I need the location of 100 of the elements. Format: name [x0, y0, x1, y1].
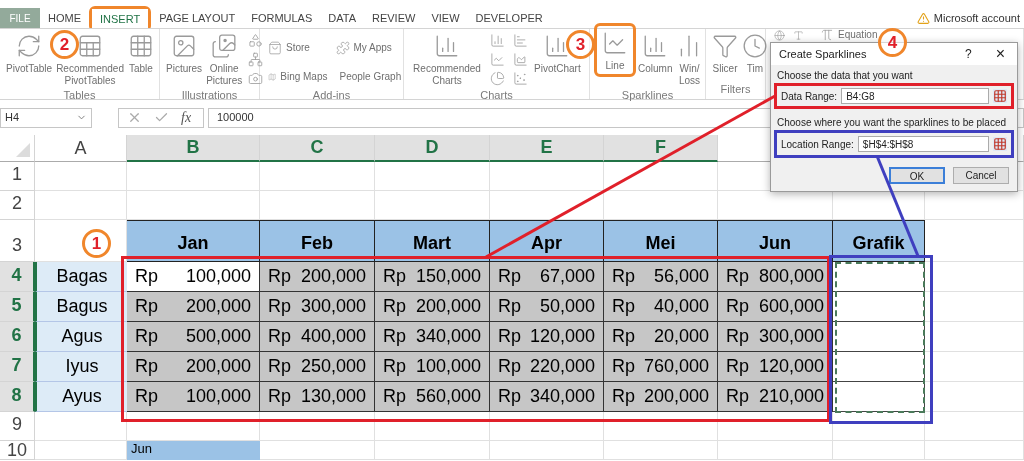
ribbon-button[interactable]: Tim — [740, 29, 770, 75]
table-cell[interactable]: Rp 200,000 — [127, 292, 260, 322]
ribbon-tab[interactable]: HOME — [40, 8, 89, 28]
globe-icon[interactable] — [774, 30, 785, 41]
range-picker-icon[interactable] — [993, 89, 1007, 103]
table-cell[interactable]: Rp 300,000 — [260, 292, 375, 322]
camera-icon[interactable] — [248, 71, 264, 86]
shapes-icon[interactable] — [248, 33, 264, 48]
column-header[interactable]: C — [260, 135, 375, 162]
column-header[interactable]: D — [375, 135, 490, 162]
table-cell[interactable]: Rp 300,000 — [718, 322, 833, 352]
table-cell[interactable]: Rp 200,000 — [604, 382, 718, 412]
ribbon-tab[interactable]: DATA — [320, 8, 364, 28]
ribbon-button[interactable]: Recommended Charts — [408, 29, 486, 87]
table-cell[interactable]: Rp 210,000 — [718, 382, 833, 412]
line-chart-icon[interactable] — [490, 52, 505, 67]
table-cell[interactable]: Rp 250,000 — [260, 352, 375, 382]
row-header[interactable]: 2 — [0, 191, 35, 220]
table-cell[interactable]: Rp 600,000 — [718, 292, 833, 322]
row-header[interactable]: 3 — [0, 220, 35, 262]
table-cell[interactable]: Rp 400,000 — [260, 322, 375, 352]
table-cell[interactable]: Rp 56,000 — [604, 262, 718, 292]
dialog-title: Create Sparklines — [779, 46, 867, 62]
range-picker-icon[interactable] — [993, 137, 1007, 151]
column-header[interactable]: E — [490, 135, 604, 162]
table-cell[interactable]: Rp 340,000 — [375, 322, 490, 352]
row-header[interactable]: 1 — [0, 162, 35, 191]
table-cell: Bagus — [35, 292, 127, 322]
table-cell[interactable]: Rp 200,000 — [375, 292, 490, 322]
row-header[interactable]: 9 — [0, 412, 35, 441]
area-chart-icon[interactable] — [513, 52, 528, 67]
table-cell: Ayus — [35, 382, 127, 412]
table-cell[interactable]: Rp 120,000 — [718, 352, 833, 382]
row-header[interactable]: 8 — [0, 382, 35, 412]
table-cell[interactable]: Rp 40,000 — [604, 292, 718, 322]
cancel-icon[interactable] — [127, 110, 142, 125]
cancel-button[interactable]: Cancel — [953, 167, 1009, 184]
row-header[interactable]: 5 — [0, 292, 35, 322]
ribbon-button[interactable]: Table — [125, 29, 156, 75]
table-cell[interactable]: Rp 150,000 — [375, 262, 490, 292]
close-button[interactable]: × — [979, 46, 1009, 62]
table-cell[interactable]: Rp 100,000 — [127, 262, 260, 292]
table-cell[interactable] — [833, 382, 925, 412]
table-cell[interactable]: Rp 67,000 — [490, 262, 604, 292]
ribbon-button[interactable]: Bing Maps — [264, 66, 332, 87]
scatter-chart-icon[interactable] — [513, 71, 528, 86]
ribbon-button[interactable]: Win/ Loss — [674, 29, 705, 87]
table-cell[interactable]: Rp 130,000 — [260, 382, 375, 412]
function-button[interactable]: fx — [181, 107, 192, 128]
ribbon-button[interactable]: Line — [600, 26, 630, 72]
ribbon-tab[interactable]: FORMULAS — [243, 8, 321, 28]
text-icon[interactable] — [793, 30, 804, 41]
ribbon-button[interactable]: Slicer — [710, 29, 740, 75]
name-box[interactable]: H4 — [0, 107, 92, 128]
table-cell[interactable]: Rp 760,000 — [604, 352, 718, 382]
table-cell[interactable]: Rp 220,000 — [490, 352, 604, 382]
column-header[interactable]: F — [604, 135, 718, 162]
ribbon-button[interactable]: Online Pictures — [204, 29, 245, 87]
table-cell[interactable]: Rp 800,000 — [718, 262, 833, 292]
table-cell[interactable]: Rp 100,000 — [127, 382, 260, 412]
ribbon-tab[interactable]: INSERT — [92, 9, 149, 29]
ribbon-tab[interactable]: DEVELOPER — [467, 8, 551, 28]
ribbon-tab[interactable]: REVIEW — [364, 8, 424, 28]
range-input[interactable]: B4:G8 — [841, 88, 989, 104]
pie-chart-icon[interactable] — [490, 71, 505, 86]
table-cell[interactable]: Rp 100,000 — [375, 352, 490, 382]
table-cell[interactable]: Rp 560,000 — [375, 382, 490, 412]
ribbon-button[interactable]: Store — [264, 37, 332, 58]
table-cell[interactable]: Rp 500,000 — [127, 322, 260, 352]
table-cell[interactable]: Rp 200,000 — [260, 262, 375, 292]
row-header[interactable]: 6 — [0, 322, 35, 352]
table-cell[interactable] — [833, 352, 925, 382]
diagram-icon[interactable] — [248, 52, 264, 67]
bar-chart-icon[interactable] — [490, 33, 505, 48]
step-number: 3 — [566, 30, 595, 59]
prompt-text: Choose the data that you want — [776, 69, 914, 83]
help-button[interactable]: ? — [956, 45, 980, 63]
ribbon-button[interactable]: People Graph — [331, 66, 399, 87]
table-cell[interactable]: Rp 200,000 — [127, 352, 260, 382]
table-cell[interactable]: Rp 340,000 — [490, 382, 604, 412]
ribbon-button[interactable]: My Apps — [331, 37, 399, 58]
ok-button[interactable]: OK — [889, 167, 945, 184]
ribbon-tab[interactable]: VIEW — [423, 8, 468, 28]
table-cell[interactable]: Rp 20,000 — [604, 322, 718, 352]
row-header[interactable]: 4 — [0, 262, 35, 292]
ribbon-tab[interactable]: PAGE LAYOUT — [151, 8, 244, 28]
ribbon-button[interactable]: Pictures — [164, 29, 205, 75]
range-input[interactable]: $H$4:$H$8 — [857, 136, 989, 152]
row-header[interactable]: 10 — [0, 441, 35, 460]
table-cell[interactable]: Rp 120,000 — [490, 322, 604, 352]
group-label: Charts — [480, 88, 513, 103]
account-link[interactable]: Microsoft account — [933, 9, 1020, 27]
step-number: 2 — [50, 30, 79, 59]
table-cell[interactable]: Rp 50,000 — [490, 292, 604, 322]
column-header[interactable]: B — [127, 135, 260, 162]
ribbon-button[interactable]: Column — [636, 29, 675, 75]
puzzle-icon — [335, 40, 350, 55]
column-header[interactable]: A — [35, 135, 127, 162]
row-header[interactable]: 7 — [0, 352, 35, 382]
bar-chart-icon[interactable] — [513, 33, 528, 48]
